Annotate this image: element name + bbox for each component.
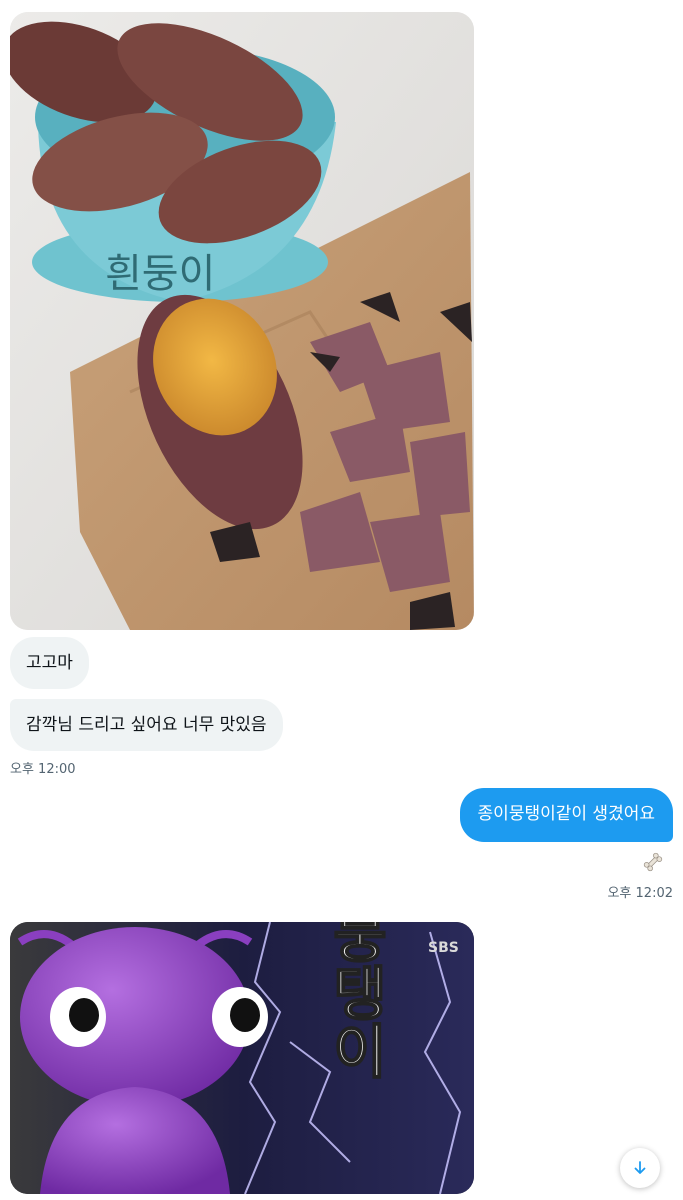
outgoing-message-bubble[interactable]: 종이뭉탱이같이 생겼어요 [459, 788, 673, 842]
message-text: 종이뭉탱이같이 생겼어요 [477, 804, 655, 824]
arrow-down-icon [634, 1161, 646, 1174]
bowl-lettering: 흰둥이 [105, 251, 215, 297]
message-text: 감깍님 드리고 싶어요 너무 맛있음 [26, 715, 267, 735]
purple-character-illustration: SBS 뭉탱이 [10, 922, 474, 1194]
purple-character-photo[interactable]: SBS 뭉탱이 [10, 922, 474, 1194]
bone-icon[interactable] [641, 850, 665, 874]
broadcaster-badge: SBS [428, 940, 459, 956]
incoming-message-bubble[interactable]: 감깍님 드리고 싶어요 너무 맛있음 [10, 699, 283, 751]
sweet-potato-illustration: 흰둥이 [10, 12, 474, 630]
scroll-to-bottom-button[interactable] [620, 1148, 660, 1188]
message-timestamp: 오후 12:00 [10, 762, 76, 777]
sweet-potato-photo[interactable]: 흰둥이 [10, 12, 474, 630]
message-text: 고고마 [26, 653, 73, 673]
meme-title-lettering: 뭉탱이 [321, 922, 389, 1079]
incoming-message-bubble[interactable]: 고고마 [10, 637, 89, 689]
message-timestamp: 오후 12:02 [607, 886, 673, 901]
